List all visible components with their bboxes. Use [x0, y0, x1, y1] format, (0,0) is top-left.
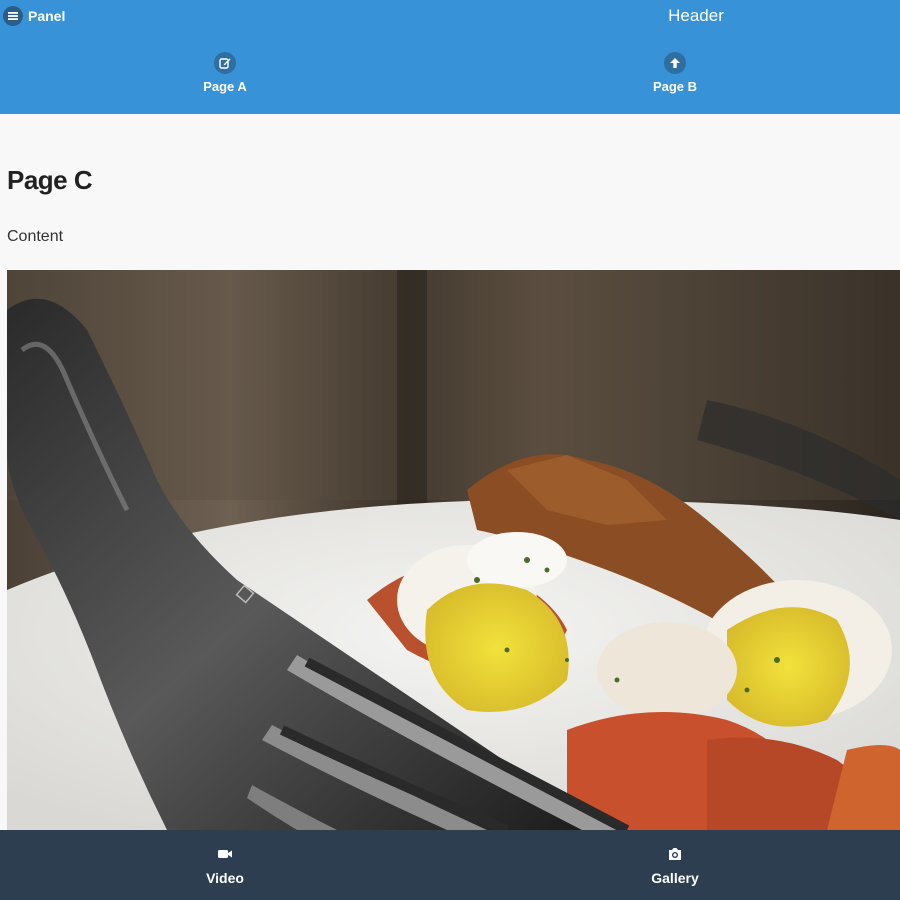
tab-gallery-label: Gallery	[651, 870, 699, 886]
edit-icon	[214, 52, 236, 74]
tab-page-b-label: Page B	[652, 79, 698, 94]
footer-bar: Video Gallery	[0, 830, 900, 900]
camera-icon	[666, 845, 684, 863]
header-bar: Panel Header Page A Page B	[0, 0, 900, 114]
tab-page-a[interactable]: Page A	[0, 44, 450, 114]
tab-gallery[interactable]: Gallery	[450, 830, 900, 900]
tab-video-label: Video	[206, 870, 244, 886]
panel-button[interactable]: Panel	[3, 4, 65, 28]
top-navbar: Page A Page B	[0, 44, 900, 114]
page-title: Page C	[7, 165, 93, 195]
arrow-up-icon	[664, 52, 686, 74]
video-camera-icon	[216, 845, 234, 863]
tab-page-b[interactable]: Page B	[450, 44, 900, 114]
content-text: Content	[7, 228, 64, 245]
tab-video[interactable]: Video	[0, 830, 450, 900]
header-title: Header	[668, 6, 724, 25]
tab-page-a-label: Page A	[203, 79, 247, 94]
food-photo	[7, 270, 900, 830]
menu-icon	[3, 6, 23, 26]
panel-label: Panel	[28, 8, 66, 24]
